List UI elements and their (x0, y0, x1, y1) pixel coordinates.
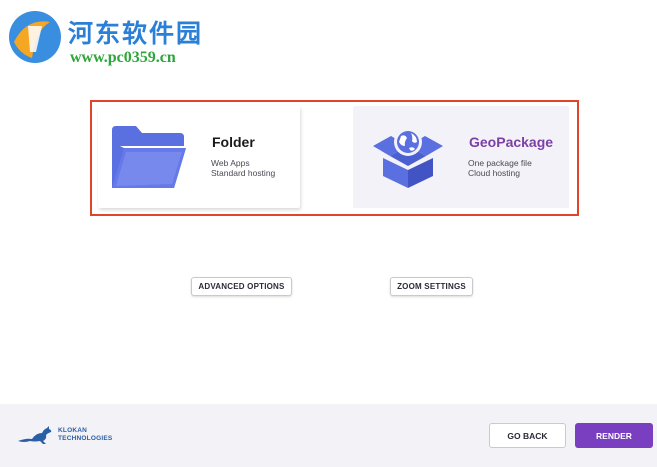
brand-line: TECHNOLOGIES (58, 435, 113, 442)
option-card-geopackage[interactable]: GeoPackage One package file Cloud hostin… (353, 106, 569, 208)
advanced-options-button[interactable]: ADVANCED OPTIONS (191, 277, 292, 296)
option-desc-line: Standard hosting (211, 168, 276, 178)
zoom-settings-button[interactable]: ZOOM SETTINGS (390, 277, 473, 296)
app-window: 河东软件园 www.pc0359.cn Folder Web Apps Stan… (0, 0, 657, 467)
folder-icon (112, 126, 186, 188)
option-card-folder[interactable]: Folder Web Apps Standard hosting (98, 106, 300, 208)
brand-logo: KLOKAN TECHNOLOGIES (16, 423, 126, 449)
kangaroo-icon (18, 426, 52, 444)
option-desc-line: One package file (468, 158, 532, 168)
watermark-logo-icon (9, 11, 61, 63)
option-title: GeoPackage (469, 134, 554, 150)
watermark-title: 河东软件园 (68, 19, 204, 48)
go-back-button[interactable]: GO BACK (489, 423, 566, 448)
brand-text: KLOKAN TECHNOLOGIES (58, 427, 112, 443)
brand-line: KLOKAN (58, 427, 88, 434)
watermark: 河东软件园 www.pc0359.cn (6, 8, 236, 70)
geopackage-box-icon (373, 128, 443, 188)
render-button[interactable]: RENDER (575, 423, 653, 448)
option-desc-line: Web Apps (211, 158, 250, 168)
footer-bar: KLOKAN TECHNOLOGIES GO BACK RENDER (0, 404, 657, 467)
option-desc-line: Cloud hosting (468, 168, 520, 178)
option-title: Folder (212, 134, 255, 150)
option-description: One package file Cloud hosting (468, 158, 532, 178)
option-description: Web Apps Standard hosting (211, 158, 275, 178)
watermark-url: www.pc0359.cn (70, 49, 176, 66)
